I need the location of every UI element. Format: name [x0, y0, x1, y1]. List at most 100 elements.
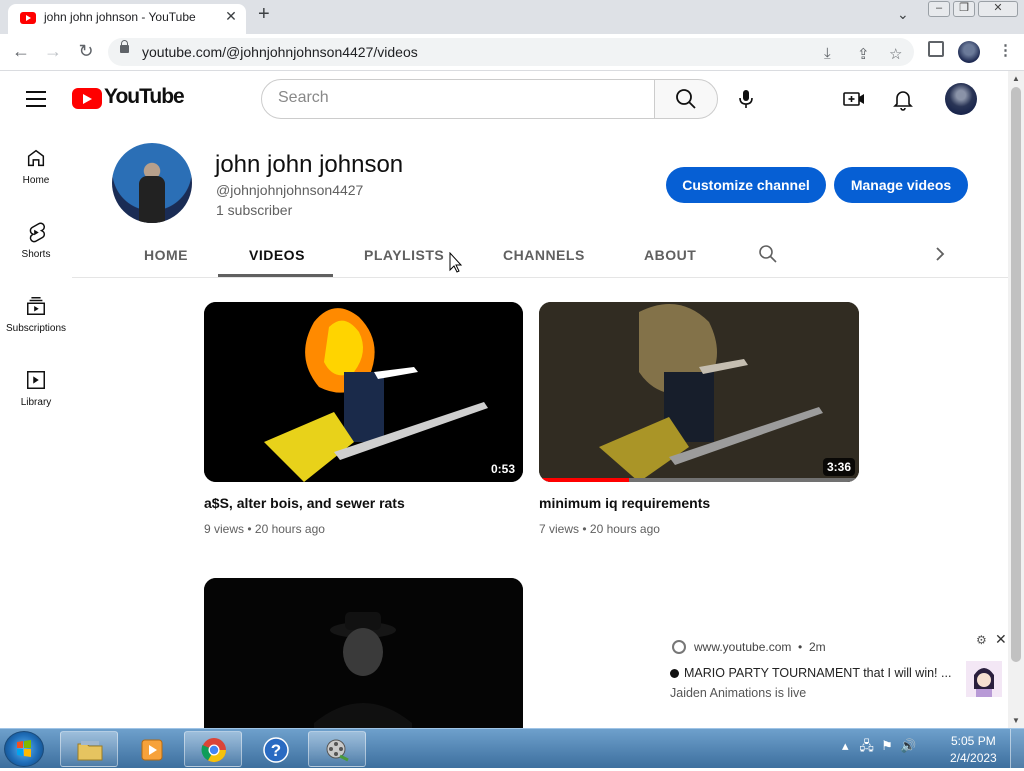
taskbar-help[interactable]: ? [246, 731, 304, 767]
channel-handle: @johnjohnjohnson4427 [216, 182, 364, 198]
help-icon: ? [263, 737, 289, 763]
film-reel-icon [326, 739, 349, 762]
show-hidden-icons-icon[interactable]: ▴ [842, 738, 849, 753]
video-duration: 0:53 [486, 460, 519, 478]
video-thumbnail-image [204, 302, 523, 482]
tab-close-icon[interactable]: ✕ [222, 8, 240, 25]
new-tab-button[interactable]: + [258, 3, 270, 26]
browser-tab-strip: john john johnson - YouTube ✕ + ⌄ – ❐ ✕ [0, 0, 1024, 34]
side-panel-icon[interactable] [928, 41, 944, 57]
action-center-flag-icon[interactable]: ⚑ [881, 738, 893, 753]
video-title[interactable]: minimum iq requirements [539, 495, 710, 511]
address-bar[interactable]: youtube.com/@johnjohnjohnson4427/videos … [108, 38, 914, 66]
tab-about[interactable]: ABOUT [644, 247, 696, 263]
volume-icon[interactable]: 🔊 [900, 738, 916, 753]
page-scrollbar[interactable]: ▲ ▼ [1008, 71, 1024, 728]
search-box[interactable] [261, 79, 655, 119]
sidebar-item-subscriptions[interactable]: Subscriptions [0, 295, 72, 369]
folder-icon [77, 741, 103, 761]
tabs-divider [72, 277, 1008, 278]
restore-window-button[interactable]: ❐ [953, 1, 975, 17]
video-thumbnail[interactable]: 0:53 [204, 302, 523, 482]
sidebar-item-library[interactable]: Library [0, 369, 72, 443]
notification-title: MARIO PARTY TOURNAMENT that I will win! … [684, 666, 952, 680]
svg-text:?: ? [271, 741, 281, 760]
notification-settings-gear-icon[interactable]: ⚙ [976, 633, 987, 647]
notification-thumbnail-image [966, 661, 1002, 697]
chrome-icon [672, 640, 686, 654]
install-app-icon[interactable]: ⤓ [824, 45, 831, 62]
browser-menu-icon[interactable]: ⋮ [998, 41, 1013, 59]
tab-videos[interactable]: VIDEOS [249, 247, 305, 263]
browser-notification[interactable]: www.youtube.com • 2m ⚙ ✕ MARIO PARTY TOU… [660, 631, 1008, 728]
taskbar-media-player[interactable] [122, 731, 180, 767]
home-icon [27, 149, 45, 167]
scroll-up-arrow-icon[interactable]: ▲ [1012, 74, 1020, 83]
taskbar-explorer[interactable] [60, 731, 118, 767]
back-arrow-icon[interactable]: ← [9, 41, 33, 62]
search-icon [759, 245, 777, 263]
video-age: 20 hours ago [254, 522, 325, 536]
notifications-button[interactable] [891, 87, 915, 111]
video-age: 20 hours ago [589, 522, 660, 536]
customize-channel-button[interactable]: Customize channel [666, 167, 826, 203]
chrome-icon [201, 738, 226, 763]
sidebar-item-shorts[interactable]: Shorts [0, 221, 72, 295]
clock-date[interactable]: 2/4/2023 [950, 751, 997, 765]
youtube-logo-text[interactable]: YouTube [104, 85, 185, 109]
search-button[interactable] [654, 79, 718, 119]
scrollbar-thumb[interactable] [1011, 87, 1021, 662]
tabs-scroll-right-button[interactable] [933, 246, 947, 267]
network-icon[interactable]: 🖧 [859, 738, 874, 753]
create-video-button[interactable] [842, 87, 866, 111]
taskbar-movie-maker[interactable] [308, 731, 366, 767]
forward-arrow-icon[interactable]: → [41, 41, 65, 62]
tab-home[interactable]: HOME [144, 247, 188, 263]
show-desktop-button[interactable] [1010, 729, 1024, 769]
voice-search-button[interactable] [734, 87, 758, 111]
system-tray: ▴ 🖧 ⚑ 🔊 [842, 737, 916, 759]
subscriptions-icon [27, 297, 45, 315]
video-metadata: 9 views • 20 hours ago [204, 522, 325, 536]
minimize-window-button[interactable]: – [928, 1, 950, 17]
browser-tab[interactable]: john john johnson - YouTube ✕ [8, 4, 246, 34]
video-thumbnail-image [539, 302, 859, 482]
bookmark-star-icon[interactable]: ☆ [889, 45, 902, 63]
youtube-logo-icon[interactable] [72, 88, 102, 109]
video-thumbnail[interactable] [204, 578, 523, 728]
watch-progress-fill [539, 478, 629, 482]
sidebar-item-home[interactable]: Home [0, 147, 72, 221]
channel-search-button[interactable] [758, 244, 778, 269]
channel-name: john john johnson [215, 151, 404, 178]
clock-time[interactable]: 5:05 PM [951, 734, 996, 748]
tab-channels[interactable]: CHANNELS [503, 247, 585, 263]
manage-videos-button[interactable]: Manage videos [834, 167, 968, 203]
windows-logo-icon [17, 740, 31, 757]
video-thumbnail[interactable]: 3:36 [539, 302, 859, 482]
mouse-cursor-icon [449, 251, 463, 279]
tab-playlists[interactable]: PLAYLISTS [364, 247, 444, 263]
video-views: 9 views [204, 522, 245, 536]
video-thumbnail-image [204, 578, 523, 728]
url-text[interactable]: youtube.com/@johnjohnjohnson4427/videos [142, 44, 418, 60]
video-title[interactable]: a$S, alter bois, and sewer rats [204, 495, 405, 511]
tab-search-chevron-icon[interactable]: ⌄ [897, 6, 909, 23]
video-metadata: 7 views • 20 hours ago [539, 522, 660, 536]
lock-icon[interactable] [120, 40, 129, 53]
guide-menu-icon[interactable] [26, 91, 46, 107]
search-input[interactable] [278, 89, 638, 107]
tab-title: john john johnson - YouTube [44, 10, 196, 24]
close-window-button[interactable]: ✕ [978, 1, 1018, 17]
notification-body: Jaiden Animations is live [670, 686, 807, 700]
scroll-down-arrow-icon[interactable]: ▼ [1012, 716, 1020, 725]
notification-close-icon[interactable]: ✕ [995, 631, 1007, 648]
share-icon[interactable]: ⇪ [857, 45, 870, 63]
browser-profile-avatar[interactable] [958, 41, 980, 63]
start-button[interactable] [4, 731, 44, 767]
search-icon [676, 89, 696, 109]
account-avatar[interactable] [945, 83, 977, 115]
reload-icon[interactable]: ↻ [74, 41, 98, 62]
taskbar-chrome[interactable] [184, 731, 242, 767]
channel-avatar[interactable] [112, 143, 192, 223]
library-icon [27, 371, 45, 389]
